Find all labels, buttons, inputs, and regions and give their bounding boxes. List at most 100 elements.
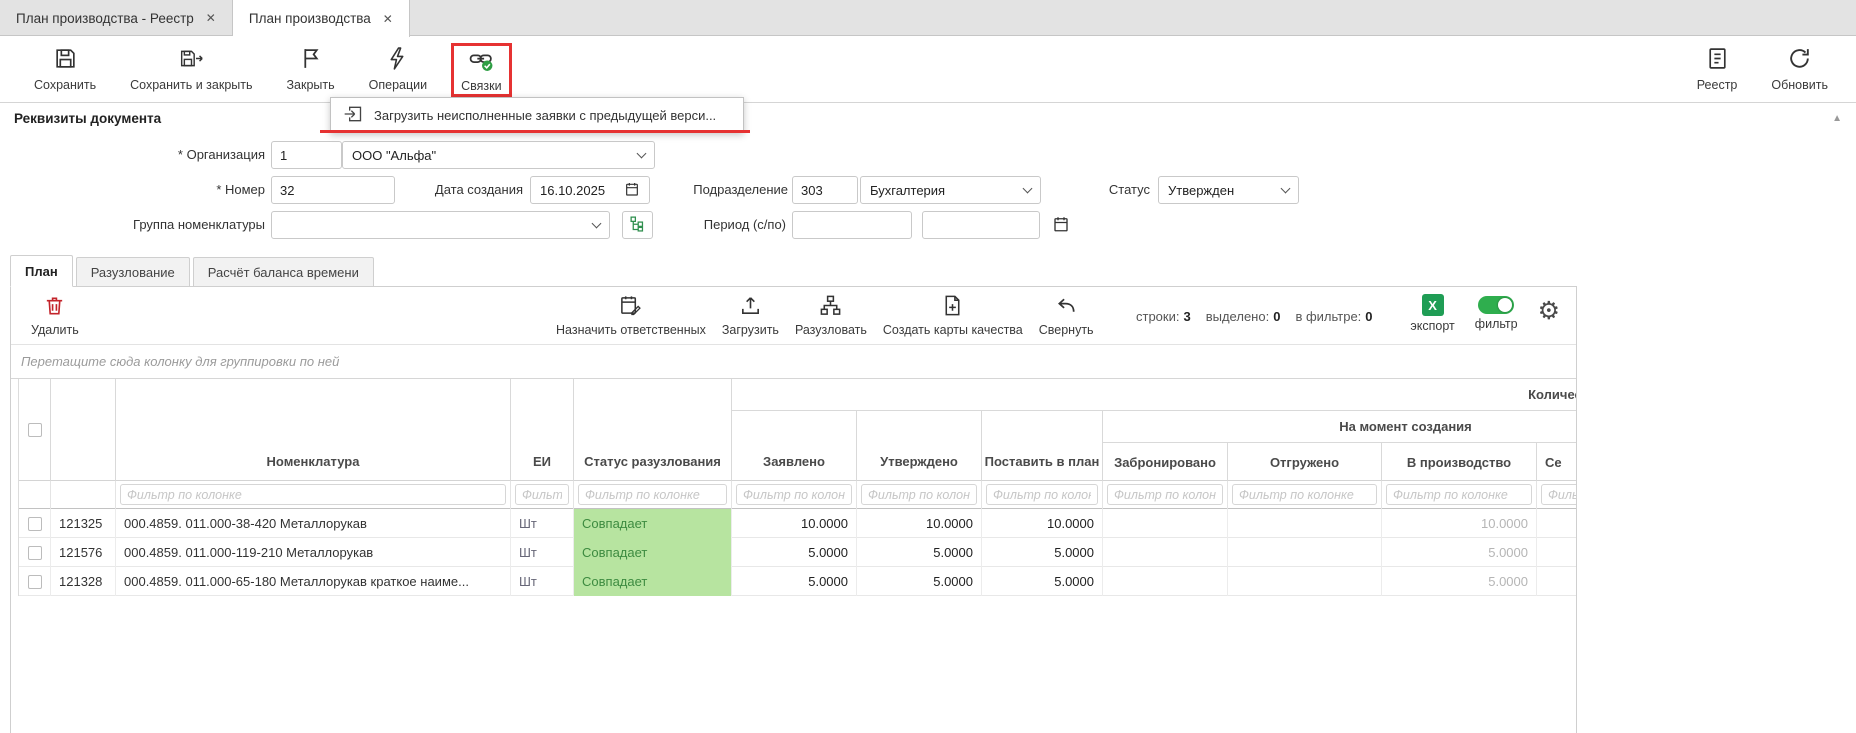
header-requested[interactable]: Заявлено	[732, 411, 857, 481]
assign-responsible-button[interactable]: Назначить ответственных	[556, 294, 706, 337]
load-button[interactable]: Загрузить	[722, 294, 779, 337]
explode-label: Разузловать	[795, 323, 867, 337]
save-button[interactable]: Сохранить	[24, 43, 106, 95]
table-row[interactable]: 121576 000.4859. 011.000-119-210 Металло…	[19, 538, 1576, 567]
load-label: Загрузить	[722, 323, 779, 337]
filter-nomenclature-input[interactable]	[120, 484, 506, 505]
collapse-section-icon[interactable]: ▲	[1832, 113, 1842, 124]
save-and-close-button[interactable]: Сохранить и закрыть	[120, 43, 262, 95]
tab-explode[interactable]: Разузлование	[76, 257, 190, 287]
nomenclature-group-label: Группа номенклатуры	[60, 211, 265, 239]
tab-close-icon[interactable]: ✕	[206, 11, 216, 25]
grid-toolbar: Удалить Назначить ответственных Загрузит…	[11, 287, 1576, 345]
upload-icon	[739, 294, 762, 320]
window-tab-plan[interactable]: План производства ✕	[233, 0, 410, 37]
header-explode-status[interactable]: Статус разузлования	[574, 379, 732, 481]
period-to-input[interactable]	[922, 211, 1040, 239]
row-checkbox[interactable]	[28, 517, 42, 531]
explode-button[interactable]: Разузловать	[795, 294, 867, 337]
calendar-icon	[1052, 215, 1070, 236]
header-nomenclature[interactable]: Номенклатура	[116, 379, 511, 481]
filter-requested-input[interactable]	[736, 484, 852, 505]
table-row[interactable]: 121328 000.4859. 011.000-65-180 Металлор…	[19, 567, 1576, 596]
toggle-on-icon[interactable]	[1478, 296, 1514, 314]
chevron-down-icon	[1023, 183, 1033, 193]
gear-icon[interactable]: ⚙	[1538, 299, 1560, 324]
row-unit: Шт	[511, 567, 574, 596]
close-label: Закрыть	[287, 78, 335, 92]
registry-button[interactable]: Реестр	[1687, 43, 1748, 95]
collapse-rows-button[interactable]: Свернуть	[1039, 294, 1094, 337]
tab-plan[interactable]: План	[10, 255, 73, 287]
header-in-production[interactable]: В производство	[1382, 443, 1537, 481]
select-all-checkbox[interactable]	[28, 423, 42, 437]
filter-status-input[interactable]	[578, 484, 727, 505]
header-unit[interactable]: ЕИ	[511, 379, 574, 481]
menu-item-label[interactable]: Загрузить неисполненные заявки с предыду…	[374, 108, 716, 123]
creation-date-value: 16.10.2025	[540, 183, 605, 198]
division-select[interactable]: Бухгалтерия	[860, 176, 1041, 204]
row-checkbox[interactable]	[28, 575, 42, 589]
close-button[interactable]: Закрыть	[277, 43, 345, 95]
filter-put-in-plan-input[interactable]	[986, 484, 1098, 505]
row-approved: 10.0000	[857, 509, 982, 538]
row-approved: 5.0000	[857, 538, 982, 567]
header-id-cell[interactable]	[51, 379, 116, 481]
row-shipped	[1228, 509, 1382, 538]
annotation-red-underline	[320, 130, 750, 133]
header-put-in-plan[interactable]: Поставить в план	[982, 411, 1103, 481]
window-tab-bar: План производства - Реестр ✕ План произв…	[0, 0, 1856, 36]
operations-button[interactable]: Операции	[359, 43, 437, 95]
row-select-cell	[19, 509, 51, 538]
links-dropdown-menu: Загрузить неисполненные заявки с предыду…	[330, 97, 744, 133]
links-button[interactable]: Связки	[451, 43, 511, 97]
delete-button[interactable]: Удалить	[31, 294, 79, 337]
window-tab-label: План производства - Реестр	[16, 11, 194, 26]
grid-viewport: Номенклатура ЕИ Статус разузлования Коли…	[11, 379, 1576, 605]
save-label: Сохранить	[34, 78, 96, 92]
organization-code-input[interactable]	[271, 141, 342, 169]
division-code-input[interactable]	[792, 176, 858, 204]
organization-select[interactable]: ООО "Альфа"	[342, 141, 655, 169]
period-calendar-button[interactable]	[1048, 211, 1074, 239]
filter-in-production-input[interactable]	[1386, 484, 1532, 505]
tab-time-balance[interactable]: Расчёт баланса времени	[193, 257, 374, 287]
refresh-icon	[1787, 46, 1812, 74]
group-by-hint: Перетащите сюда колонку для группировки …	[11, 345, 1576, 379]
assign-icon	[619, 294, 642, 320]
tab-close-icon[interactable]: ✕	[383, 12, 393, 26]
row-unit: Шт	[511, 538, 574, 567]
toolbar-right-group: Реестр Обновить	[1687, 43, 1838, 95]
status-select[interactable]: Утвержден	[1158, 176, 1299, 204]
filter-shipped-input[interactable]	[1232, 484, 1377, 505]
save-and-close-label: Сохранить и закрыть	[130, 78, 252, 92]
row-checkbox[interactable]	[28, 546, 42, 560]
export-excel-button[interactable]: X экспорт	[1410, 294, 1454, 333]
row-reserved	[1103, 509, 1228, 538]
nomenclature-tree-button[interactable]	[622, 211, 653, 239]
nomenclature-group-select[interactable]	[271, 211, 610, 239]
create-quality-cards-button[interactable]: Создать карты качества	[883, 294, 1023, 337]
trash-icon	[43, 294, 66, 320]
filter-reserved-input[interactable]	[1107, 484, 1223, 505]
requisites-form: * Организация ООО "Альфа" * Номер Дата с…	[0, 133, 1856, 255]
creation-date-input[interactable]: 16.10.2025	[530, 176, 650, 204]
period-from-input[interactable]	[792, 211, 912, 239]
header-clipped-column[interactable]: Се	[1537, 443, 1576, 481]
filter-clipped-input[interactable]	[1541, 484, 1576, 505]
table-row[interactable]: 121325 000.4859. 011.000-38-420 Металлор…	[19, 509, 1576, 538]
number-input[interactable]	[271, 176, 395, 204]
header-reserved[interactable]: Забронировано	[1103, 443, 1228, 481]
assign-responsible-label: Назначить ответственных	[556, 323, 706, 337]
filter-toggle-button[interactable]: фильтр	[1475, 294, 1518, 331]
header-shipped[interactable]: Отгружено	[1228, 443, 1382, 481]
row-select-cell	[19, 538, 51, 567]
calendar-icon[interactable]	[624, 181, 640, 200]
close-flag-icon	[298, 46, 323, 74]
filter-unit-input[interactable]	[515, 484, 569, 505]
refresh-button[interactable]: Обновить	[1761, 43, 1838, 95]
header-approved[interactable]: Утверждено	[857, 411, 982, 481]
window-tab-registry[interactable]: План производства - Реестр ✕	[0, 0, 233, 36]
row-clipped	[1537, 538, 1576, 567]
filter-approved-input[interactable]	[861, 484, 977, 505]
